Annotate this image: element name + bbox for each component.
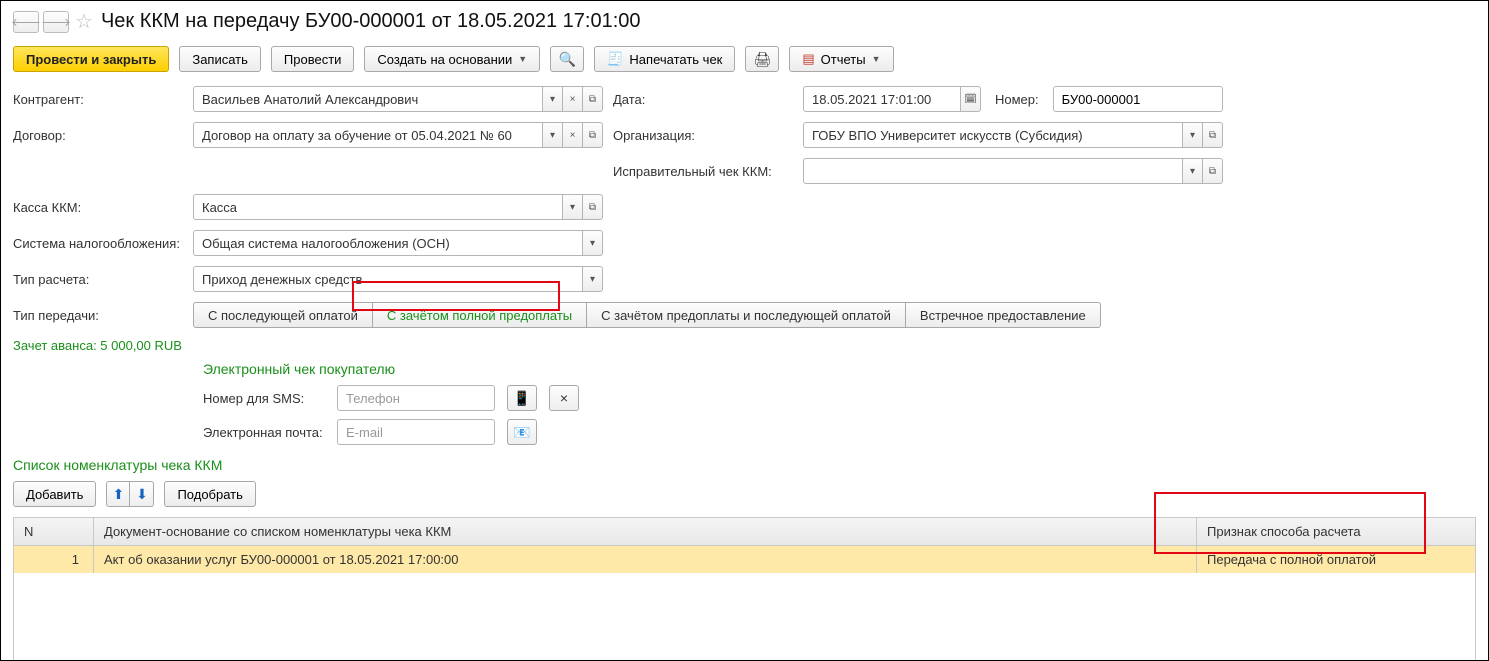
sms-label: Номер для SMS: (203, 391, 325, 406)
print-receipt-label: Напечатать чек (629, 52, 722, 67)
cell-doc: Акт об оказании услуг БУ00-000001 от 18.… (94, 546, 1197, 573)
transfer-type-label: Тип передачи: (13, 308, 183, 323)
cell-n: 1 (14, 546, 94, 573)
counterparty-label: Контрагент: (13, 92, 183, 107)
open-icon[interactable]: ⧉ (1203, 122, 1223, 148)
dropdown-icon[interactable]: ▾ (1183, 158, 1203, 184)
organization-label: Организация: (613, 128, 793, 143)
col-header-doc[interactable]: Документ-основание со списком номенклату… (94, 518, 1197, 545)
sms-input[interactable] (337, 385, 495, 411)
table-row[interactable]: 1 Акт об оказании услуг БУ00-000001 от 1… (14, 546, 1475, 573)
open-icon[interactable]: ⧉ (583, 194, 603, 220)
open-icon[interactable]: ⧉ (583, 86, 603, 112)
corrective-field[interactable] (803, 158, 1183, 184)
print-receipt-button[interactable]: 🧾 Напечатать чек (594, 46, 735, 72)
calc-type-field[interactable]: Приход денежных средств (193, 266, 583, 292)
print-icon-button[interactable]: 🖨 (745, 46, 779, 72)
clear-sms-button[interactable]: × (549, 385, 579, 411)
move-up-button[interactable]: ⬆ (106, 481, 130, 507)
email-label: Электронная почта: (203, 425, 325, 440)
calc-type-label: Тип расчета: (13, 272, 183, 287)
move-down-button[interactable]: ⬇ (130, 481, 154, 507)
save-button[interactable]: Записать (179, 46, 261, 72)
page-title: Чек ККМ на передачу БУ00-000001 от 18.05… (101, 10, 641, 33)
dropdown-icon[interactable]: ▾ (543, 122, 563, 148)
dropdown-icon[interactable]: ▾ (1183, 122, 1203, 148)
chart-icon: ▤ (802, 51, 814, 67)
clear-icon[interactable]: × (563, 86, 583, 112)
tax-system-label: Система налогообложения: (13, 236, 183, 251)
advance-note: Зачет аванса: 5 000,00 RUB (13, 338, 1476, 353)
nav-forward-button[interactable]: 🡒 (43, 11, 69, 33)
contract-label: Договор: (13, 128, 183, 143)
date-label: Дата: (613, 92, 793, 107)
transfer-type-option-3[interactable]: С зачётом предоплаты и последующей оплат… (587, 302, 906, 328)
contract-field[interactable]: Договор на оплату за обучение от 05.04.2… (193, 122, 543, 148)
open-icon[interactable]: ⧉ (1203, 158, 1223, 184)
cash-register-field[interactable]: Касса (193, 194, 563, 220)
transfer-type-option-2[interactable]: С зачётом полной предоплаты (373, 302, 587, 328)
email-icon-button[interactable]: 📧 (507, 419, 537, 445)
transfer-type-toggle-group: С последующей оплатой С зачётом полной п… (193, 302, 1101, 328)
search-icon-button[interactable]: 🔍 (550, 46, 584, 72)
chevron-down-icon: ▼ (872, 54, 881, 64)
receipt-icon: 🧾 (607, 51, 623, 67)
post-and-close-button[interactable]: Провести и закрыть (13, 46, 169, 72)
add-button[interactable]: Добавить (13, 481, 96, 507)
post-button[interactable]: Провести (271, 46, 355, 72)
dropdown-icon[interactable]: ▾ (543, 86, 563, 112)
transfer-type-option-4[interactable]: Встречное предоставление (906, 302, 1101, 328)
email-input[interactable] (337, 419, 495, 445)
nomenclature-grid: N Документ-основание со списком номенкла… (13, 517, 1476, 661)
col-header-sign[interactable]: Признак способа расчета (1197, 518, 1475, 545)
clear-icon[interactable]: × (563, 122, 583, 148)
dropdown-icon[interactable]: ▾ (583, 266, 603, 292)
create-based-on-label: Создать на основании (377, 52, 512, 67)
tax-system-field[interactable]: Общая система налогообложения (ОСН) (193, 230, 583, 256)
echeck-section-title: Электронный чек покупателю (203, 361, 1476, 377)
dropdown-icon[interactable]: ▾ (563, 194, 583, 220)
chevron-down-icon: ▼ (518, 54, 527, 64)
organization-field[interactable]: ГОБУ ВПО Университет искусств (Субсидия) (803, 122, 1183, 148)
counterparty-field[interactable]: Васильев Анатолий Александрович (193, 86, 543, 112)
dropdown-icon[interactable]: ▾ (583, 230, 603, 256)
transfer-type-option-1[interactable]: С последующей оплатой (193, 302, 373, 328)
number-label: Номер: (995, 92, 1039, 107)
calendar-icon[interactable]: 🗓 (961, 86, 981, 112)
nav-back-button[interactable]: 🡐 (13, 11, 39, 33)
date-field[interactable]: 18.05.2021 17:01:00 (803, 86, 961, 112)
number-field[interactable] (1053, 86, 1223, 112)
col-header-n[interactable]: N (14, 518, 94, 545)
phone-icon-button[interactable]: 📱 (507, 385, 537, 411)
corrective-label: Исправительный чек ККМ: (613, 164, 793, 179)
reports-button[interactable]: ▤ Отчеты ▼ (789, 46, 893, 72)
reports-label: Отчеты (821, 52, 866, 67)
cash-register-label: Касса ККМ: (13, 200, 183, 215)
create-based-on-button[interactable]: Создать на основании ▼ (364, 46, 540, 72)
pick-button[interactable]: Подобрать (164, 481, 255, 507)
cell-sign: Передача с полной оплатой (1197, 546, 1475, 573)
open-icon[interactable]: ⧉ (583, 122, 603, 148)
favorite-star-icon[interactable]: ☆ (75, 9, 93, 34)
nomenclature-list-title: Список номенклатуры чека ККМ (13, 457, 1476, 473)
